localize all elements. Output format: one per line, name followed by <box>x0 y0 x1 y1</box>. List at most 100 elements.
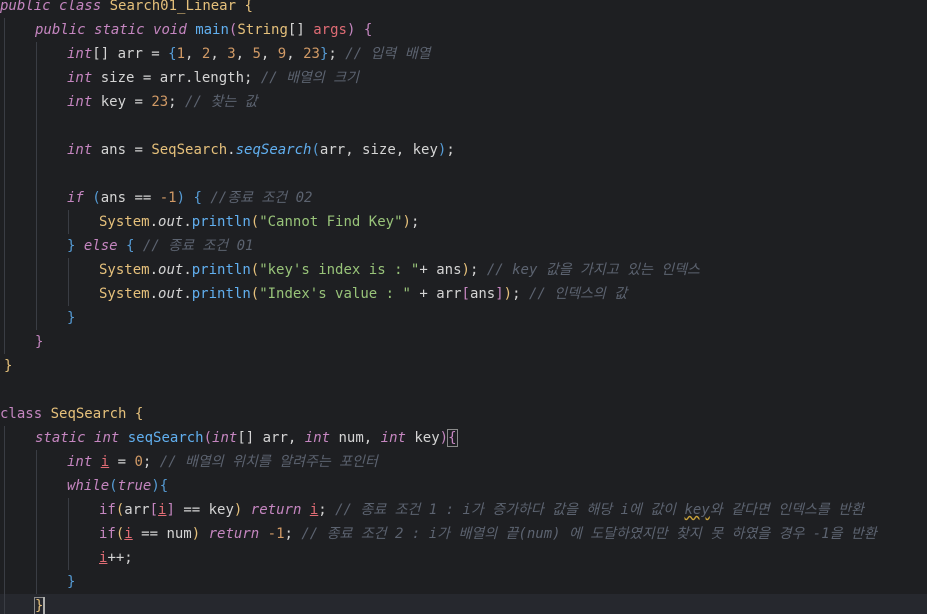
code-line[interactable]: int size = arr.length; // 배열의 크기 <box>0 66 927 90</box>
token: == num <box>132 526 192 542</box>
token: static <box>94 22 145 38</box>
line-text: int ans = SeqSearch.seqSearch(arr, size,… <box>67 138 455 162</box>
code-line[interactable]: } <box>0 570 927 594</box>
token: ) <box>402 214 411 230</box>
indent-guide <box>68 546 69 570</box>
code-line[interactable]: } else { // 종료 조건 01 <box>0 234 927 258</box>
code-area[interactable]: public class Search01_Linear {public sta… <box>0 0 927 614</box>
token: // 입력 배열 <box>345 46 431 62</box>
token: i <box>124 526 133 542</box>
code-line[interactable]: public static void main(String[] args) { <box>0 18 927 42</box>
token: // 배열의 크기 <box>260 70 359 86</box>
code-line[interactable]: class SeqSearch { <box>0 402 927 426</box>
indent-guide <box>4 66 5 90</box>
token: 23 <box>303 46 320 62</box>
token: ( <box>203 430 213 446</box>
code-line[interactable]: public class Search01_Linear { <box>0 0 927 18</box>
indent-guide <box>68 522 69 546</box>
token: . <box>149 262 159 278</box>
token: ( <box>250 214 260 230</box>
token: { <box>447 429 458 447</box>
token: true <box>117 478 152 494</box>
code-editor[interactable]: public class Search01_Linear {public sta… <box>0 0 927 614</box>
token: //종료 조건 02 <box>210 190 313 206</box>
indent-guide <box>4 474 5 498</box>
code-line[interactable]: static int seqSearch(int[] arr, int num,… <box>0 426 927 450</box>
line-text: System.out.println("Cannot Find Key"); <box>99 210 419 234</box>
indent-guide <box>4 42 5 66</box>
token: [ <box>149 502 159 518</box>
token: == key <box>174 502 234 518</box>
token: ( <box>311 142 320 158</box>
token: out <box>158 262 184 278</box>
code-line[interactable]: } <box>0 594 927 614</box>
token: int <box>67 46 93 62</box>
token: public <box>0 0 51 14</box>
token: . <box>149 214 159 230</box>
line-text: int[] arr = {1, 2, 3, 5, 9, 23}; // 입력 배… <box>67 42 430 66</box>
indent-guide <box>36 186 37 210</box>
token: "Cannot Find Key" <box>259 214 403 230</box>
token: { <box>159 478 169 494</box>
indent-guide <box>4 186 5 210</box>
code-line[interactable]: if(arr[i] == key) return i; // 종료 조건 1 :… <box>0 498 927 522</box>
token: { <box>244 0 253 14</box>
token: args <box>313 22 347 38</box>
indent-guide <box>4 90 5 114</box>
code-line[interactable]: int key = 23; // 찾는 값 <box>0 90 927 114</box>
line-text: public class Search01_Linear { <box>0 0 253 18</box>
code-line[interactable]: i++; <box>0 546 927 570</box>
indent-guide <box>68 258 69 282</box>
code-line[interactable]: int ans = SeqSearch.seqSearch(arr, size,… <box>0 138 927 162</box>
token: , <box>235 46 253 62</box>
code-line[interactable]: System.out.println("Cannot Find Key"); <box>0 210 927 234</box>
line-text: if(i == num) return -1; // 종료 조건 2 : i가 … <box>99 522 877 546</box>
code-line[interactable]: } <box>0 330 927 354</box>
code-line[interactable]: System.out.println("key's index is : "+ … <box>0 258 927 282</box>
token: , <box>286 46 304 62</box>
code-line[interactable] <box>0 162 927 186</box>
code-line[interactable]: } <box>0 306 927 330</box>
indent-guide <box>36 42 37 66</box>
token: } <box>67 310 76 326</box>
token: arr <box>124 502 150 518</box>
code-line[interactable] <box>0 114 927 138</box>
code-line[interactable]: if(i == num) return -1; // 종료 조건 2 : i가 … <box>0 522 927 546</box>
indent-guide <box>36 90 37 114</box>
code-line[interactable]: System.out.println("Index's value : " + … <box>0 282 927 306</box>
token: ] <box>166 502 175 518</box>
token: -1 <box>267 526 285 542</box>
indent-guide <box>4 546 5 570</box>
indent-guide <box>36 282 37 306</box>
token: if <box>99 526 116 542</box>
line-text: while(true){ <box>67 474 168 498</box>
indent-guide <box>4 450 5 474</box>
indent-guide <box>68 282 69 306</box>
indent-guide <box>36 546 37 570</box>
indent-guide <box>68 210 69 234</box>
token: ) <box>151 478 160 494</box>
code-line[interactable] <box>0 378 927 402</box>
token: System <box>99 214 150 230</box>
token: ++; <box>107 550 133 566</box>
line-text: System.out.println("Index's value : " + … <box>99 282 627 306</box>
token: . <box>183 286 192 302</box>
indent-guide <box>36 522 37 546</box>
line-text: } <box>35 330 43 354</box>
code-line[interactable]: while(true){ <box>0 474 927 498</box>
token: public <box>35 22 86 38</box>
code-line[interactable]: int i = 0; // 배열의 위치를 알려주는 포인터 <box>0 450 927 474</box>
code-line[interactable]: if (ans == -1) { //종료 조건 02 <box>0 186 927 210</box>
code-line[interactable]: } <box>0 354 927 378</box>
code-line[interactable]: int[] arr = {1, 2, 3, 5, 9, 23}; // 입력 배… <box>0 42 927 66</box>
token: return <box>250 502 302 518</box>
token: ( <box>250 286 260 302</box>
token: while <box>67 478 110 494</box>
indent-guide <box>36 66 37 90</box>
